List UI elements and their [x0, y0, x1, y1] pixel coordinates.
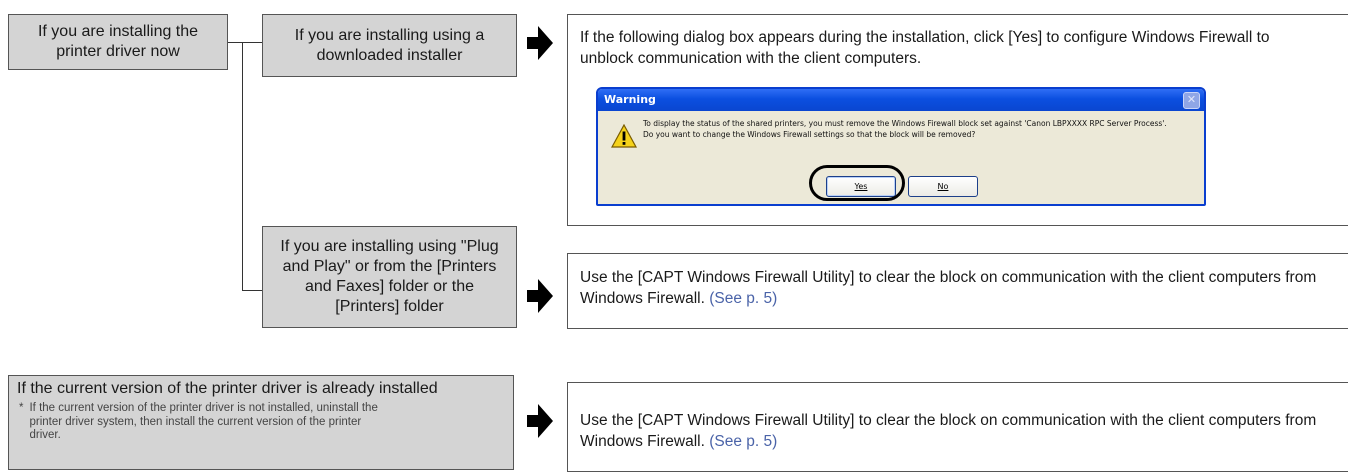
dialog-message-1: To display the status of the shared prin… [643, 119, 1167, 128]
arrow-right-icon [527, 279, 553, 313]
panel-top-text: If the following dialog box appears duri… [580, 29, 1270, 67]
see-page-link[interactable]: (See p. 5) [709, 290, 777, 307]
box-installing-now-label: If you are installing the printer driver… [37, 23, 199, 60]
panel-utility-mid: Use the [CAPT Windows Firewall Utility] … [567, 253, 1348, 329]
panel-bottom-text: Use the [CAPT Windows Firewall Utility] … [580, 412, 1317, 450]
connector-vertical [242, 42, 243, 290]
arrow-right-icon [527, 404, 553, 438]
dialog-titlebar: Warning ✕ [598, 89, 1204, 111]
dialog-title: Warning [604, 93, 656, 106]
yes-highlight-ring [809, 165, 905, 201]
see-page-link[interactable]: (See p. 5) [709, 433, 777, 450]
box-installing-now: If you are installing the printer driver… [8, 14, 228, 70]
note-asterisk: * [19, 402, 24, 414]
dialog-message-2: Do you want to change the Windows Firewa… [643, 129, 976, 139]
note-text: If the current version of the printer dr… [29, 402, 378, 441]
no-button[interactable]: No [908, 176, 978, 197]
connector-top-h1 [228, 42, 262, 43]
box-downloaded-installer: If you are installing using a downloaded… [262, 14, 517, 77]
connector-bottom-h [242, 290, 262, 291]
arrow-right-icon [527, 26, 553, 60]
box-current-version-label: If the current version of the printer dr… [17, 380, 438, 397]
box-plug-and-play: If you are installing using "Plug and Pl… [262, 226, 517, 328]
panel-utility-bottom: Use the [CAPT Windows Firewall Utility] … [567, 382, 1348, 472]
panel-mid-text: Use the [CAPT Windows Firewall Utility] … [580, 269, 1317, 307]
box-current-version: If the current version of the printer dr… [8, 375, 514, 470]
warning-icon [611, 124, 637, 148]
close-icon[interactable]: ✕ [1183, 92, 1200, 109]
box-plug-and-play-label: If you are installing using "Plug and Pl… [280, 238, 499, 315]
box-downloaded-installer-label: If you are installing using a downloaded… [294, 26, 485, 64]
